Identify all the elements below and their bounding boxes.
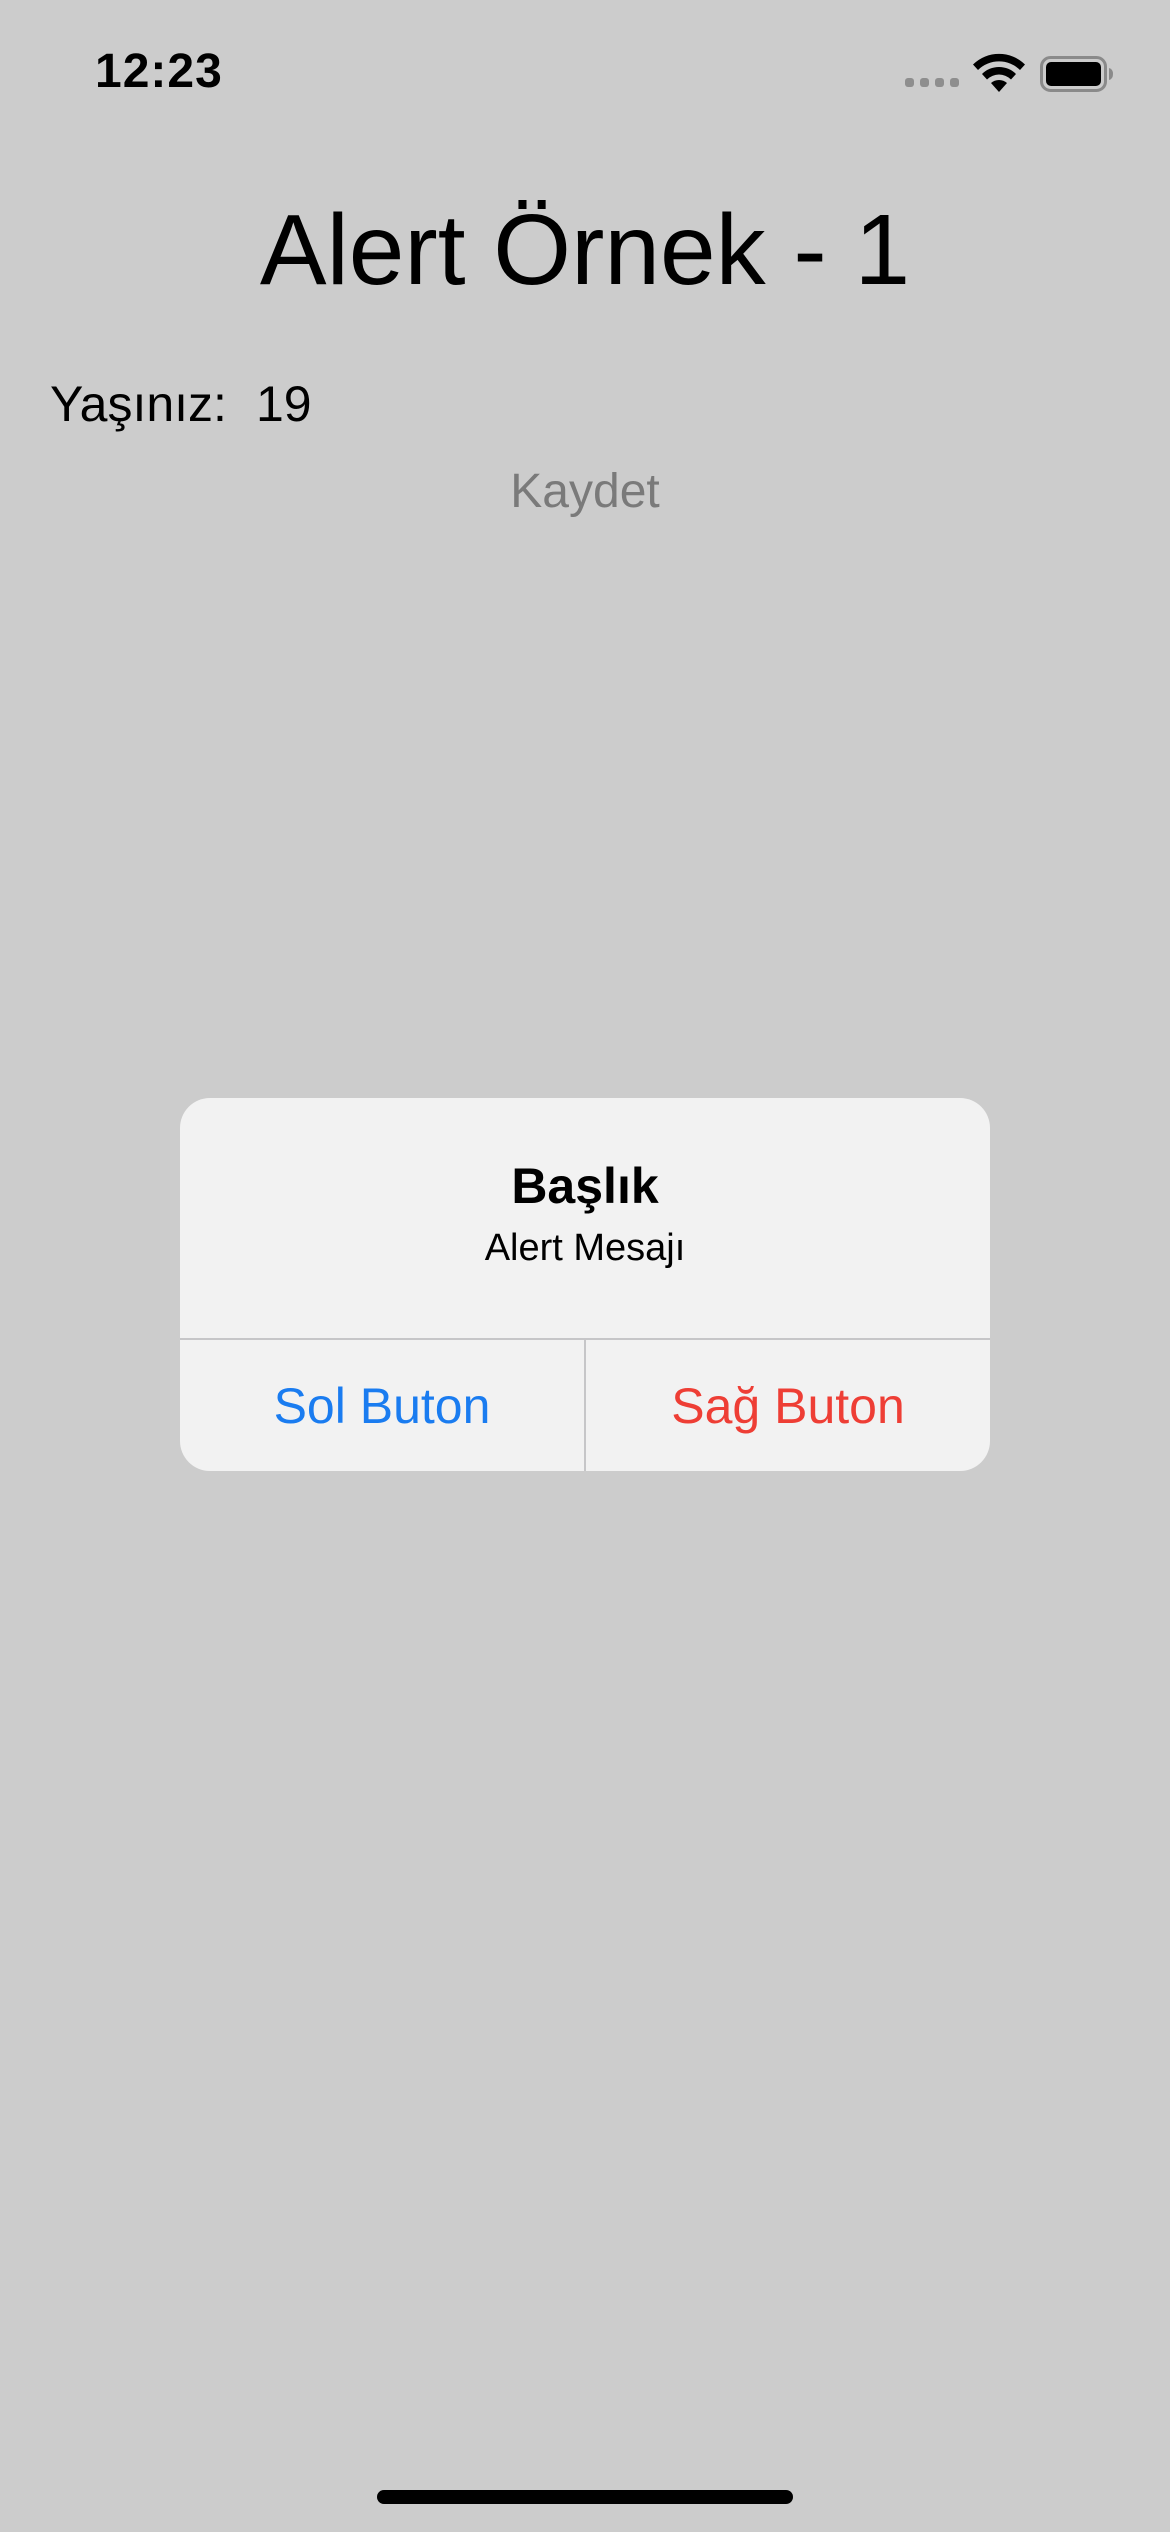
page-title: Alert Örnek - 1: [259, 194, 911, 306]
cellular-signal-icon: [905, 78, 959, 87]
status-time: 12:23: [95, 45, 223, 98]
alert-title: Başlık: [511, 1158, 659, 1214]
alert-left-button[interactable]: Sol Buton: [180, 1340, 584, 1471]
alert-message: Alert Mesajı: [484, 1227, 686, 1269]
save-button[interactable]: Kaydet: [0, 462, 1170, 522]
age-input[interactable]: 19: [256, 374, 312, 434]
alert-dialog: Başlık Alert Mesajı Sol Buton Sağ Buton: [180, 1098, 990, 1471]
battery-icon: [1040, 56, 1113, 92]
wifi-icon: [973, 53, 1025, 92]
status-bar: 12:23: [0, 0, 1170, 140]
home-indicator[interactable]: [377, 2490, 793, 2504]
alert-right-button[interactable]: Sağ Buton: [586, 1340, 990, 1471]
age-label: Yaşınız:: [50, 376, 227, 432]
